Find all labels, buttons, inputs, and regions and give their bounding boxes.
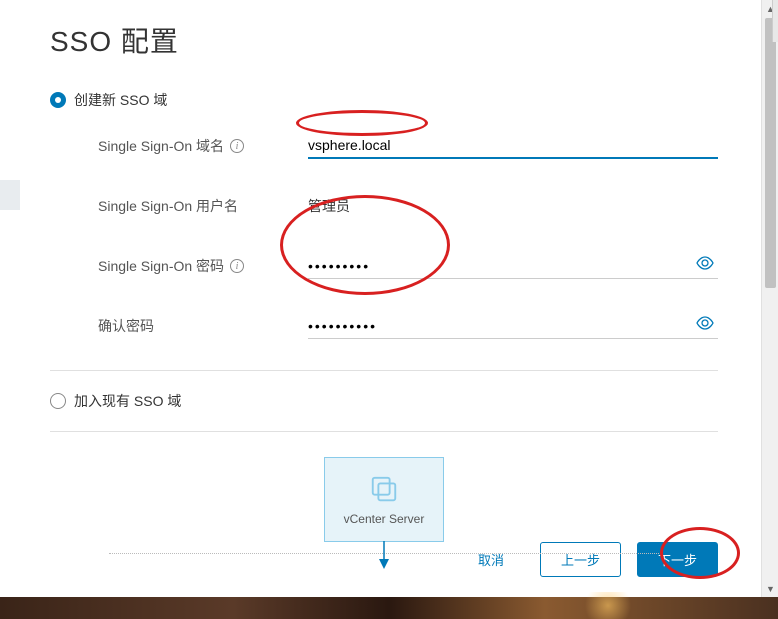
diagram-area: vCenter Server (50, 457, 718, 569)
info-icon[interactable]: i (230, 259, 244, 273)
label-sso-password: Single Sign-On 密码 i (98, 256, 308, 276)
scrollbar-thumb[interactable] (765, 18, 776, 288)
option-create-label: 创建新 SSO 域 (74, 90, 167, 110)
info-icon[interactable]: i (230, 139, 244, 153)
input-sso-domain[interactable] (308, 133, 718, 159)
cancel-button[interactable]: 取消 (458, 543, 524, 576)
divider (50, 370, 718, 371)
option-create-new-sso[interactable]: 创建新 SSO 域 (50, 90, 718, 110)
next-button[interactable]: 下一步 (637, 542, 718, 577)
radio-selected-icon (50, 92, 66, 108)
scrollbar[interactable]: ▲ ▼ (761, 0, 778, 597)
row-sso-username: Single Sign-On 用户名 管理员 (98, 190, 718, 222)
eye-icon[interactable] (696, 256, 714, 275)
value-sso-username: 管理员 (308, 192, 718, 220)
button-row: 取消 上一步 下一步 (458, 542, 718, 577)
radio-unselected-icon (50, 393, 66, 409)
option-join-existing-sso[interactable]: 加入现有 SSO 域 (50, 391, 718, 411)
right-margin-stub (772, 0, 778, 42)
vcenter-label: vCenter Server (344, 512, 425, 526)
background-image-strip (0, 597, 778, 619)
vcenter-icon (369, 474, 399, 504)
vcenter-server-box: vCenter Server (324, 457, 444, 542)
label-sso-username: Single Sign-On 用户名 (98, 196, 308, 216)
label-confirm-password: 确认密码 (98, 316, 308, 336)
previous-button[interactable]: 上一步 (540, 542, 621, 577)
row-confirm-password: 确认密码 (98, 310, 718, 342)
input-sso-password[interactable] (308, 254, 718, 279)
scroll-down-icon[interactable]: ▼ (762, 580, 778, 597)
eye-icon[interactable] (696, 316, 714, 335)
label-sso-domain: Single Sign-On 域名 i (98, 136, 308, 156)
arrow-down-icon (376, 541, 392, 569)
option-join-label: 加入现有 SSO 域 (74, 391, 181, 411)
page-title: SSO 配置 (50, 20, 718, 60)
row-sso-password: Single Sign-On 密码 i (98, 250, 718, 282)
input-confirm-password[interactable] (308, 314, 718, 339)
row-sso-domain: Single Sign-On 域名 i (98, 130, 718, 162)
divider (50, 431, 718, 432)
